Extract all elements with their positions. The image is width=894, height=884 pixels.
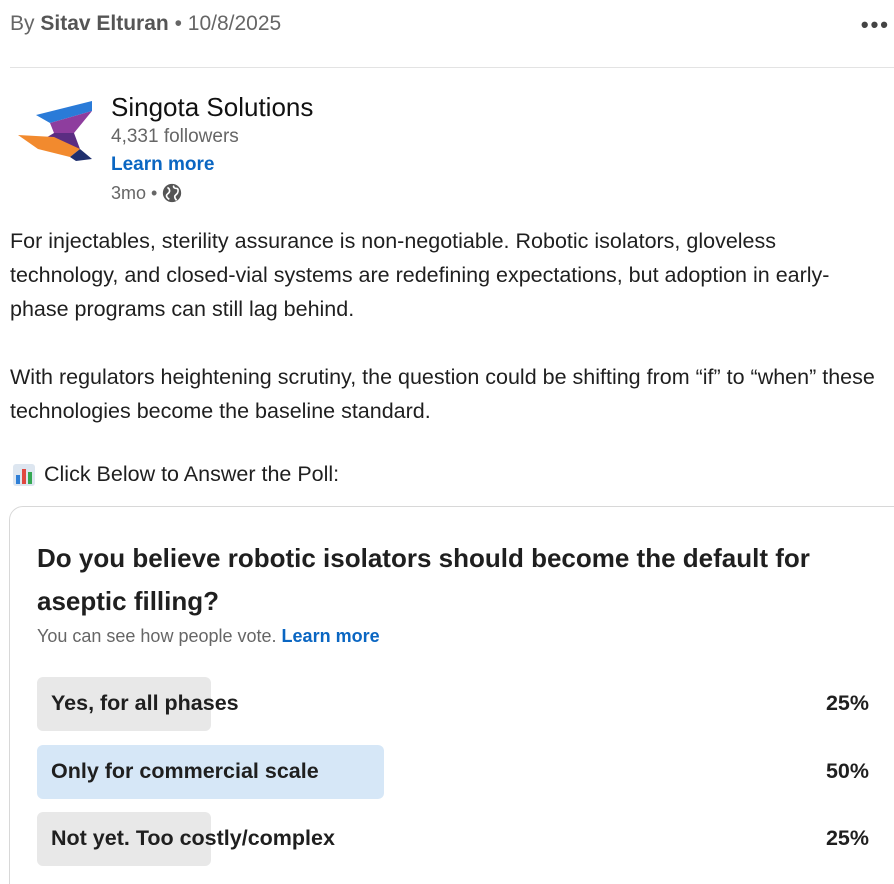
poll-option[interactable]: Not yet. Too costly/complex 25% [37, 812, 869, 866]
poll-learn-more-link[interactable]: Learn more [282, 626, 380, 646]
post-header: By Sitav Elturan • 10/8/2025 ••• [10, 10, 890, 40]
post-paragraph: For injectables, sterility assurance is … [10, 229, 830, 321]
header-divider [10, 67, 894, 68]
poll-option-label: Yes, for all phases [51, 691, 239, 715]
post-body: For injectables, sterility assurance is … [10, 224, 886, 462]
byline: By Sitav Elturan • 10/8/2025 [10, 12, 281, 36]
visibility-text: You can see how people vote. [37, 626, 277, 646]
post-age: 3mo • [111, 182, 158, 203]
by-prefix: By [10, 12, 35, 35]
company-learn-more-link[interactable]: Learn more [111, 154, 214, 176]
poll-option[interactable]: Yes, for all phases 25% [37, 677, 869, 731]
poll-option-percent: 25% [825, 691, 869, 715]
poll-option-label: Not yet. Too costly/complex [51, 826, 335, 850]
company-block: Singota Solutions 4,331 followers Learn … [14, 92, 614, 212]
post-date: 10/8/2025 [187, 12, 282, 35]
follower-count: 4,331 followers [111, 126, 239, 147]
byline-separator: • [174, 12, 182, 35]
poll-option-label: Only for commercial scale [51, 759, 319, 783]
company-name[interactable]: Singota Solutions [111, 92, 313, 123]
poll-call-to-action: Click Below to Answer the Poll: [12, 462, 339, 487]
bar-chart-icon [13, 463, 35, 486]
poll-question: Do you believe robotic isolators should … [37, 543, 810, 616]
poll-option[interactable]: Only for commercial scale 50% [37, 745, 869, 799]
globe-icon [163, 183, 182, 203]
post-paragraph: With regulators heightening scrutiny, th… [10, 365, 875, 423]
more-options-button[interactable]: ••• [861, 12, 890, 38]
poll-cta-text: Click Below to Answer the Poll: [44, 462, 340, 486]
poll-visibility-note: You can see how people vote. Learn more [37, 626, 380, 647]
post-meta: 3mo • [111, 182, 183, 204]
author-name[interactable]: Sitav Elturan [40, 12, 168, 35]
singota-logo-icon[interactable] [14, 97, 94, 167]
poll-card: Do you believe robotic isolators should … [9, 506, 894, 884]
poll-option-percent: 25% [825, 826, 869, 850]
poll-option-percent: 50% [825, 759, 869, 783]
